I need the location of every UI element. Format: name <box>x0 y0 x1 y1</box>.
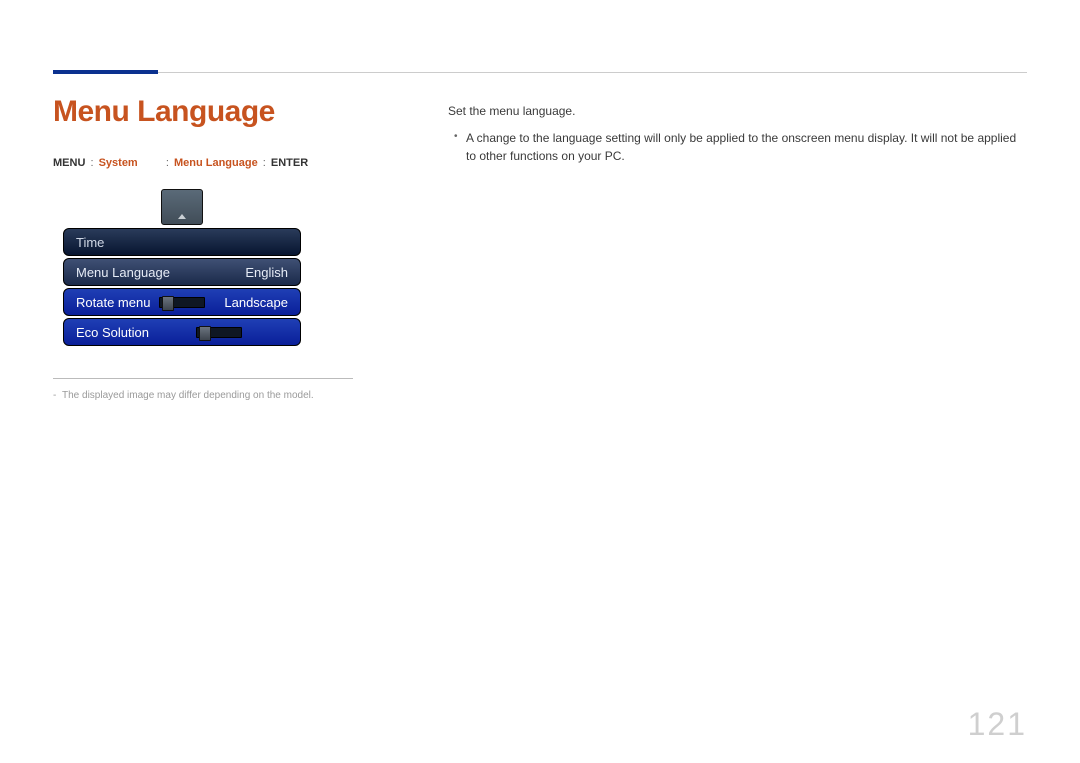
breadcrumb-menulang: Menu Language <box>174 157 258 169</box>
osd-slider-handle[interactable] <box>199 326 211 341</box>
osd-row-time[interactable]: Time <box>63 228 301 256</box>
osd-row-label: Time <box>76 235 104 250</box>
osd-row-menu-language[interactable]: Menu Language English <box>63 258 301 286</box>
breadcrumb-enter: ENTER <box>271 157 308 169</box>
footnote-divider <box>53 378 353 379</box>
footnote-text: The displayed image may differ depending… <box>62 390 314 401</box>
osd-preview: Time Menu Language English Rotate menu L… <box>63 189 301 346</box>
breadcrumb-sep: : <box>166 157 172 169</box>
osd-slider-handle[interactable] <box>162 296 174 311</box>
body-bullet-list: A change to the language setting will on… <box>448 129 1027 166</box>
chevron-up-icon <box>178 214 186 219</box>
header-divider <box>158 72 1027 73</box>
osd-row-value: English <box>245 265 288 280</box>
breadcrumb-system: System <box>99 157 138 169</box>
osd-slider[interactable] <box>196 327 242 338</box>
body-lead: Set the menu language. <box>448 102 1027 121</box>
osd-slider[interactable] <box>159 297 205 308</box>
osd-row-label: Rotate menu <box>76 295 150 310</box>
left-column: Menu Language MENU : System : Menu Langu… <box>53 95 413 348</box>
breadcrumb-sep: : <box>90 157 96 169</box>
right-column: Set the menu language. A change to the l… <box>448 102 1027 166</box>
breadcrumb: MENU : System : Menu Language : ENTER <box>53 157 413 169</box>
breadcrumb-menu: MENU <box>53 157 85 169</box>
page-title: Menu Language <box>53 95 413 129</box>
page-number: 121 <box>968 706 1027 743</box>
osd-row-eco-solution[interactable]: Eco Solution <box>63 318 301 346</box>
osd-row-label: Menu Language <box>76 265 170 280</box>
osd-row-label: Eco Solution <box>76 325 149 340</box>
header-accent-bar <box>53 70 158 74</box>
body-bullet-item: A change to the language setting will on… <box>466 129 1027 166</box>
osd-scroll-tab[interactable] <box>161 189 203 225</box>
osd-row-rotate-menu[interactable]: Rotate menu Landscape <box>63 288 301 316</box>
breadcrumb-sep: : <box>263 157 269 169</box>
osd-row-value: Landscape <box>224 295 288 310</box>
